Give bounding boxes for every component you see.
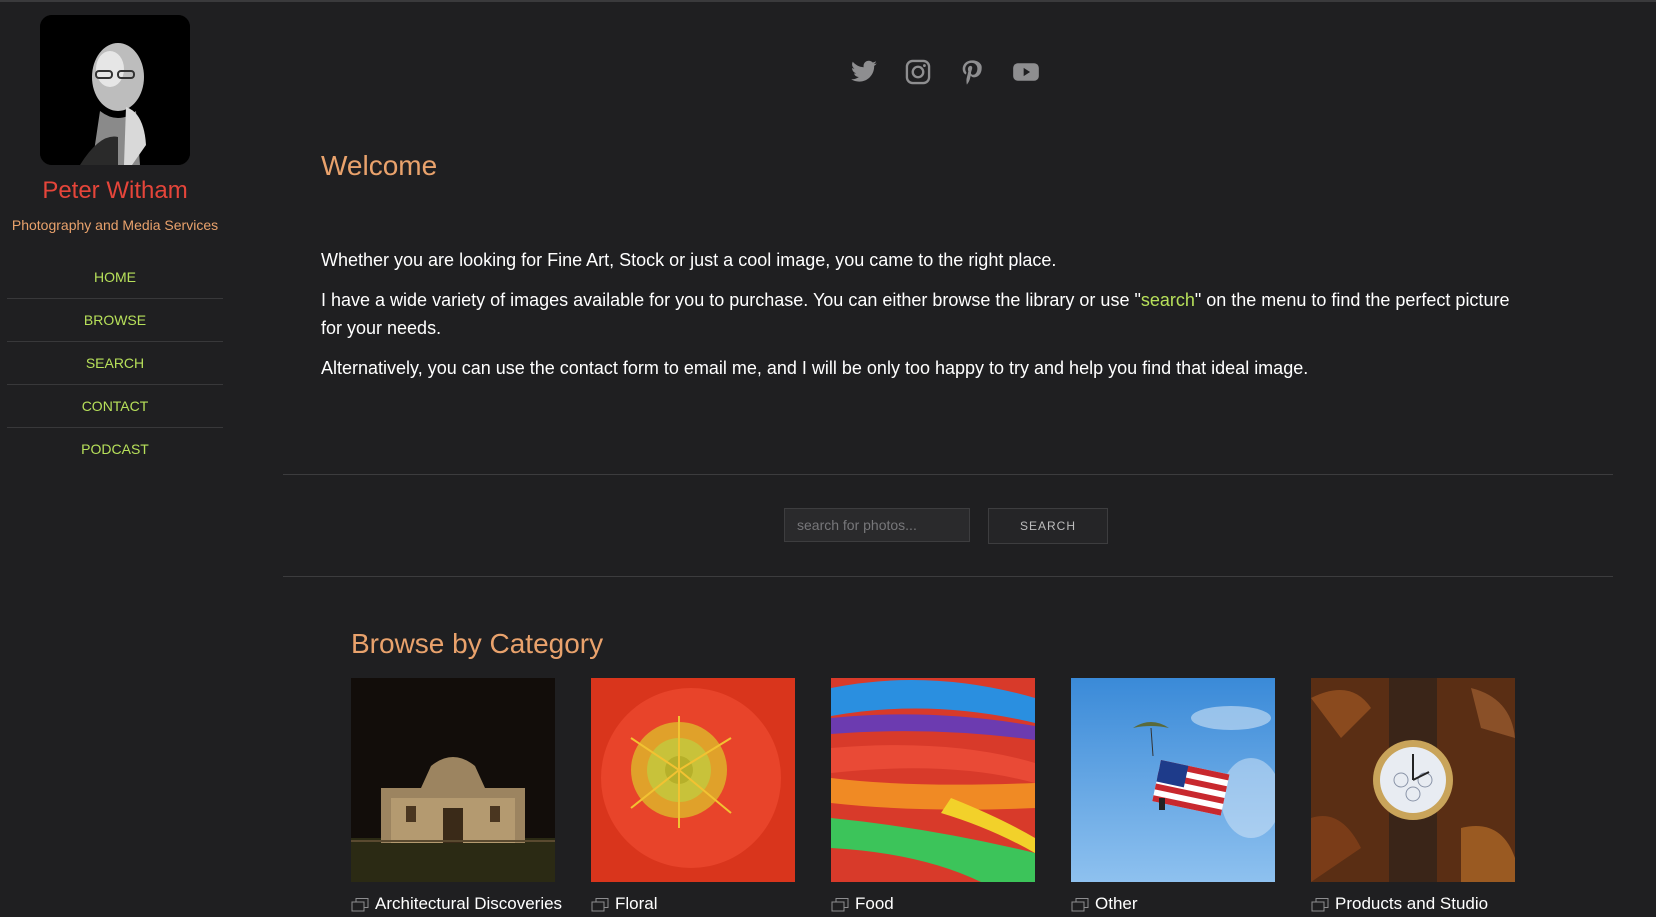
site-tagline: Photography and Media Services xyxy=(11,217,219,233)
category-thumbnail[interactable] xyxy=(1311,678,1515,882)
category-card-other[interactable]: Other xyxy=(1071,678,1275,914)
category-thumbnail[interactable] xyxy=(351,678,555,882)
sidebar: Peter Witham Photography and Media Servi… xyxy=(0,0,230,908)
instagram-icon[interactable] xyxy=(904,58,932,86)
browse-heading: Browse by Category xyxy=(351,628,604,659)
avatar[interactable] xyxy=(40,15,190,165)
category-card-floral[interactable]: Floral xyxy=(591,678,795,914)
nav-item-home[interactable]: HOME xyxy=(7,256,223,299)
intro-text: Whether you are looking for Fine Art, St… xyxy=(321,246,1521,394)
intro-paragraph-1: Whether you are looking for Fine Art, St… xyxy=(321,250,1057,270)
intro-paragraph-2: I have a wide variety of images availabl… xyxy=(321,286,1521,342)
category-thumbnail[interactable] xyxy=(591,678,795,882)
search-button[interactable]: SEARCH xyxy=(988,508,1108,544)
category-label[interactable]: Architectural Discoveries xyxy=(375,894,562,914)
welcome-heading: Welcome xyxy=(321,150,438,181)
gallery-icon xyxy=(1071,897,1089,912)
search-link[interactable]: search xyxy=(1141,290,1195,310)
category-card-architectural[interactable]: Architectural Discoveries xyxy=(351,678,562,914)
site-name[interactable]: Peter Witham xyxy=(0,177,230,205)
gallery-icon xyxy=(831,897,849,912)
gallery-icon xyxy=(591,897,609,912)
search-input[interactable] xyxy=(784,508,970,542)
intro-paragraph-3: Alternatively, you can use the contact f… xyxy=(321,358,1309,378)
divider xyxy=(283,474,1613,475)
main-nav: HOME BROWSE SEARCH CONTACT PODCAST xyxy=(7,256,223,470)
top-border xyxy=(0,0,1656,2)
category-card-food[interactable]: Food xyxy=(831,678,1035,914)
youtube-icon[interactable] xyxy=(1012,58,1040,86)
category-label[interactable]: Other xyxy=(1095,894,1138,914)
pinterest-icon[interactable] xyxy=(958,58,986,86)
category-card-products[interactable]: Products and Studio xyxy=(1311,678,1515,914)
intro-text-before-link: I have a wide variety of images availabl… xyxy=(321,290,1141,310)
category-grid: Architectural Discoveries Floral Food Ot… xyxy=(351,678,1515,914)
gallery-icon xyxy=(1311,897,1329,912)
category-label[interactable]: Products and Studio xyxy=(1335,894,1488,914)
category-thumbnail[interactable] xyxy=(831,678,1035,882)
social-links xyxy=(850,58,1040,86)
divider xyxy=(283,576,1613,577)
nav-item-contact[interactable]: CONTACT xyxy=(7,385,223,428)
nav-item-podcast[interactable]: PODCAST xyxy=(7,428,223,470)
category-thumbnail[interactable] xyxy=(1071,678,1275,882)
nav-item-browse[interactable]: BROWSE xyxy=(7,299,223,342)
nav-item-search[interactable]: SEARCH xyxy=(7,342,223,385)
twitter-icon[interactable] xyxy=(850,58,878,86)
category-label[interactable]: Food xyxy=(855,894,894,914)
category-label[interactable]: Floral xyxy=(615,894,658,914)
gallery-icon xyxy=(351,897,369,912)
